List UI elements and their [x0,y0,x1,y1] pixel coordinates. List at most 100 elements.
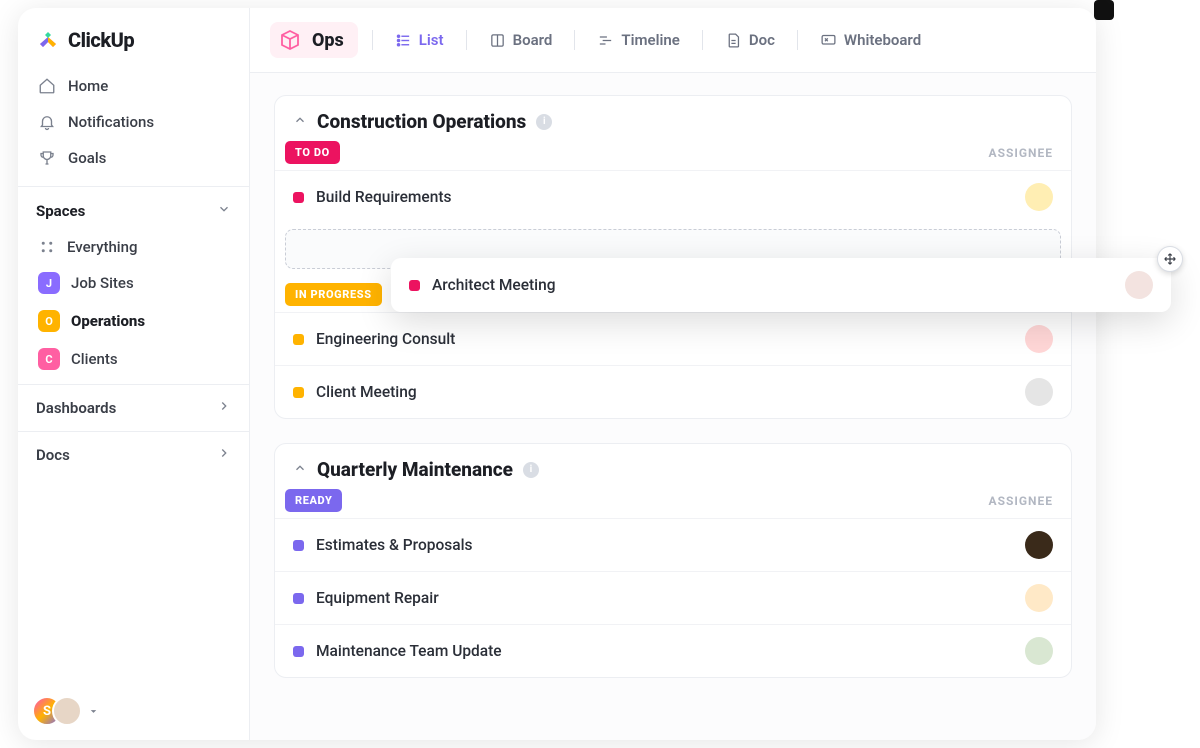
brand-name: ClickUp [68,28,134,52]
space-title-group[interactable]: Ops [270,22,358,58]
task-name: Architect Meeting [432,276,556,294]
view-label: Board [513,31,553,49]
task-row[interactable]: Build Requirements [275,170,1071,223]
dragging-task-row[interactable]: Architect Meeting [391,258,1171,312]
view-tab-list[interactable]: List [387,25,452,55]
view-label: Whiteboard [844,31,921,49]
sidebar-item-everything[interactable]: Everything [28,230,239,264]
space-label: Operations [71,312,145,330]
doc-icon [725,32,742,49]
assignee-avatar[interactable] [1025,325,1053,353]
column-label-assignee: ASSIGNEE [989,494,1054,508]
nav-label: Home [68,77,108,95]
info-icon[interactable]: i [523,462,539,478]
brand-logo[interactable]: ClickUp [18,8,249,68]
sidebar-user-area[interactable]: S [18,682,249,740]
divider [702,30,703,50]
sidebar-section-spaces[interactable]: Spaces [18,186,249,230]
section-label: Dashboards [36,399,116,417]
task-row[interactable]: Estimates & Proposals [275,518,1071,571]
sidebar-nav-notifications[interactable]: Notifications [28,104,239,140]
trophy-icon [38,149,56,167]
assignee-avatar[interactable] [1025,378,1053,406]
column-label-assignee: ASSIGNEE [989,146,1054,160]
group-title: Quarterly Maintenance [317,458,513,481]
status-pill-ready[interactable]: READY [285,489,342,512]
sidebar-section-docs[interactable]: Docs [18,431,249,478]
list-icon [395,32,412,49]
task-group: Quarterly Maintenance i READY ASSIGNEE E… [274,443,1072,678]
sidebar-item-clients[interactable]: C Clients [28,340,239,378]
view-label: List [419,31,444,49]
spaces-list: Everything J Job Sites O Operations C Cl… [18,230,249,384]
sidebar-nav: Home Notifications Goals [18,68,249,176]
toolbar: Ops List Board Timeline Doc [250,8,1096,73]
view-tab-whiteboard[interactable]: Whiteboard [812,25,929,55]
view-tab-timeline[interactable]: Timeline [589,25,687,55]
board-icon [489,32,506,49]
decorative-corner [1094,0,1114,20]
view-tab-board[interactable]: Board [481,25,561,55]
status-dot [293,387,304,398]
avatar-stack: S [32,696,82,726]
assignee-avatar[interactable] [1025,183,1053,211]
sidebar-nav-home[interactable]: Home [28,68,239,104]
chevron-up-icon [293,460,307,479]
task-row[interactable]: Client Meeting [275,365,1071,418]
space-badge: O [38,310,60,332]
status-dot [293,540,304,551]
sidebar-item-job-sites[interactable]: J Job Sites [28,264,239,302]
view-label: Doc [749,31,775,49]
assignee-avatar[interactable] [1125,271,1153,299]
task-name: Equipment Repair [316,589,439,607]
status-header: TO DO ASSIGNEE [275,139,1071,170]
assignee-avatar[interactable] [1025,584,1053,612]
task-name: Maintenance Team Update [316,642,502,660]
space-badge: C [38,348,60,370]
space-label: Clients [71,350,118,368]
whiteboard-icon [820,32,837,49]
space-title: Ops [312,30,344,51]
cube-icon [278,28,302,52]
divider [372,30,373,50]
info-icon[interactable]: i [536,114,552,130]
sidebar-item-operations[interactable]: O Operations [28,302,239,340]
main-panel: Ops List Board Timeline Doc [250,8,1096,740]
divider [466,30,467,50]
chevron-up-icon [293,112,307,131]
move-cursor-icon [1157,246,1183,272]
space-badge: J [38,272,60,294]
user-avatar [52,696,82,726]
task-row[interactable]: Maintenance Team Update [275,624,1071,677]
view-label: Timeline [621,31,679,49]
status-dot [293,593,304,604]
status-dot [293,646,304,657]
group-title: Construction Operations [317,110,526,133]
task-name: Client Meeting [316,383,417,401]
space-label: Job Sites [71,274,134,292]
space-label: Everything [67,238,137,256]
home-icon [38,77,56,95]
task-group: Construction Operations i TO DO ASSIGNEE… [274,95,1072,419]
section-label: Spaces [36,202,85,220]
divider [797,30,798,50]
status-pill-in-progress[interactable]: IN PROGRESS [285,283,382,306]
status-pill-todo[interactable]: TO DO [285,141,340,164]
chevron-right-icon [217,446,231,464]
task-row[interactable]: Engineering Consult [275,312,1071,365]
assignee-avatar[interactable] [1025,531,1053,559]
group-header[interactable]: Construction Operations i [275,96,1071,139]
group-header[interactable]: Quarterly Maintenance i [275,444,1071,487]
chevron-right-icon [217,399,231,417]
sidebar: ClickUp Home Notifications Goals Spaces [18,8,250,740]
assignee-avatar[interactable] [1025,637,1053,665]
task-row[interactable]: Equipment Repair [275,571,1071,624]
sidebar-section-dashboards[interactable]: Dashboards [18,384,249,431]
grid-icon [38,238,56,256]
sidebar-nav-goals[interactable]: Goals [28,140,239,176]
nav-label: Goals [68,149,106,167]
task-name: Engineering Consult [316,330,455,348]
view-tab-doc[interactable]: Doc [717,25,783,55]
status-dot [293,334,304,345]
app-frame: ClickUp Home Notifications Goals Spaces [18,8,1096,740]
